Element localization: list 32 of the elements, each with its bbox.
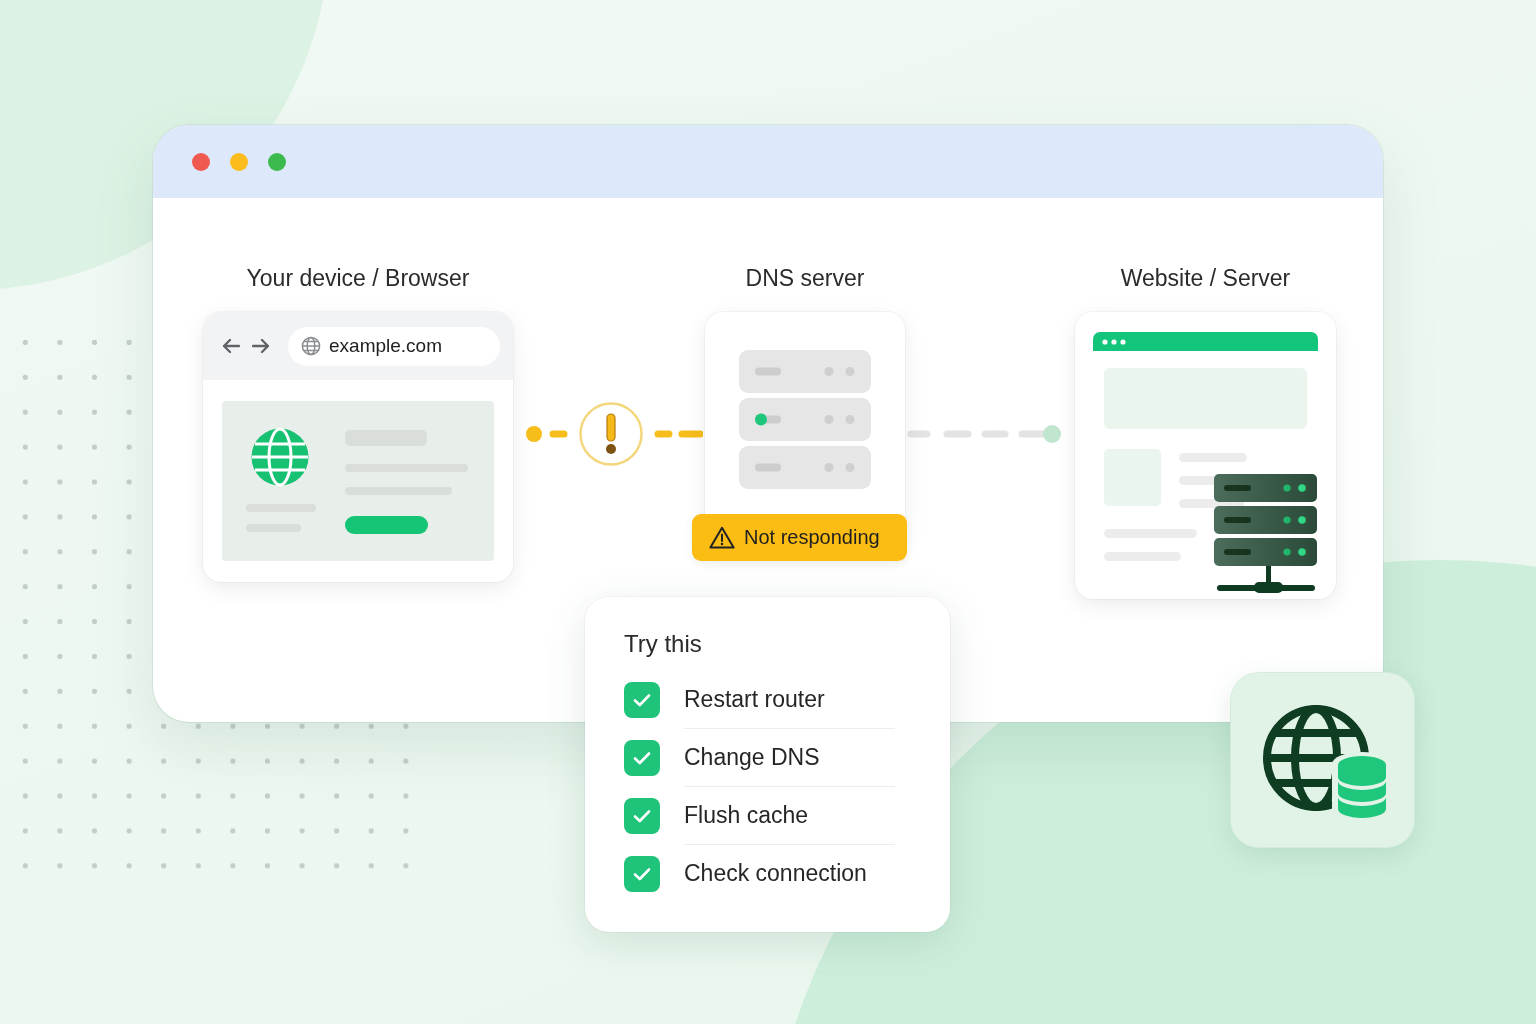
drive-slot-icon [755, 463, 781, 472]
window-control-icon[interactable] [230, 152, 248, 171]
option-label: Restart router [684, 686, 825, 713]
globe-icon [301, 336, 321, 356]
checkbox[interactable] [624, 797, 660, 834]
drive-slot-icon [755, 367, 781, 376]
dots-icon [1102, 338, 1126, 345]
alert-icon [579, 402, 643, 466]
option-label: Change DNS [684, 744, 820, 771]
checkbox[interactable] [624, 739, 660, 776]
column-title: Your device / Browser [246, 264, 470, 292]
checkbox[interactable] [624, 855, 660, 892]
column-title: Website / Server [1120, 264, 1291, 292]
check-icon [633, 808, 651, 823]
option-label: Flush cache [684, 802, 808, 829]
forward-arrow-icon[interactable] [252, 338, 270, 354]
status-label: Not responding [744, 526, 880, 549]
check-icon [633, 866, 651, 881]
globe-icon [251, 428, 309, 486]
checkbox[interactable] [624, 681, 660, 718]
column-title: DNS server [745, 264, 865, 292]
card-title: Try this [624, 630, 702, 658]
warning-icon [709, 526, 735, 549]
window-control-icon[interactable] [192, 152, 210, 171]
server-rack-icon [1214, 474, 1317, 593]
back-arrow-icon[interactable] [222, 338, 240, 354]
window-control-icon[interactable] [268, 152, 286, 171]
option-label: Check connection [684, 860, 867, 887]
check-icon [633, 692, 651, 707]
globe-database-icon [1230, 672, 1415, 848]
check-icon [633, 750, 651, 765]
address-field[interactable]: example.com [288, 326, 500, 366]
